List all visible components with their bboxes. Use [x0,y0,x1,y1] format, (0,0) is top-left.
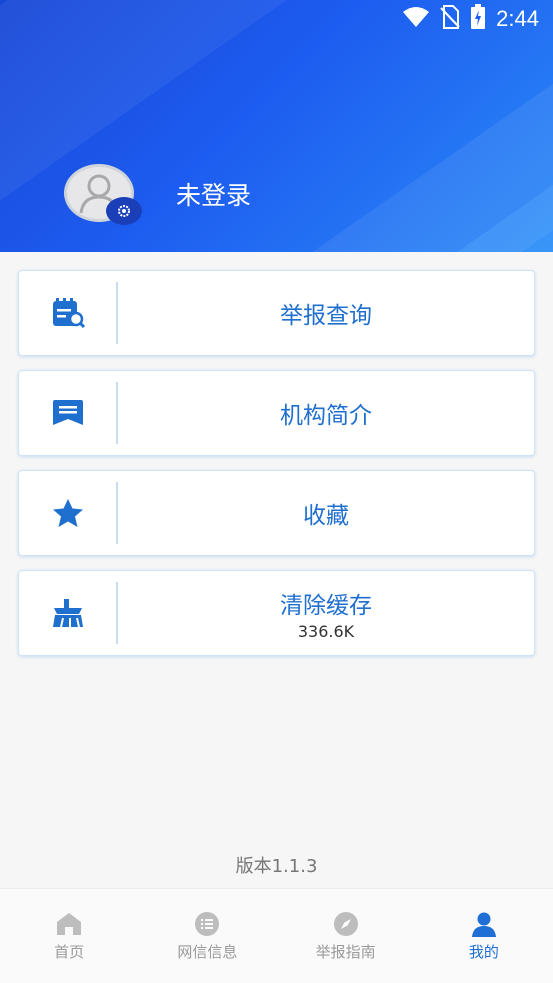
message-icon [52,400,83,425]
status-bar: 2:44 [0,0,553,38]
report-search-icon [52,298,85,328]
home-icon [57,912,82,935]
star-icon [52,499,83,527]
menu-list: 举报查询 机构简介 收藏 清除缓存 336.6K [18,270,535,670]
favorites-item[interactable]: 收藏 [18,470,535,556]
wifi-icon [402,6,430,32]
list-icon [195,911,220,936]
clear-cache-label: 清除缓存 [280,592,372,619]
nav-home-label: 首页 [54,942,85,961]
bottom-nav: 首页 网信信息 举报指南 我的 [0,888,553,983]
nav-info[interactable]: 网信信息 [138,889,276,983]
nav-info-label: 网信信息 [177,942,238,961]
institution-intro-item[interactable]: 机构简介 [18,370,535,456]
avatar-block[interactable] [64,164,144,228]
nav-guide[interactable]: 举报指南 [277,889,415,983]
compass-icon [333,911,358,936]
broom-icon [52,599,83,628]
clock-text: 2:44 [496,6,539,31]
nav-mine-label: 我的 [468,942,499,961]
login-status-label[interactable]: 未登录 [176,176,251,212]
profile-header: 2:44 未登录 [0,0,553,252]
report-query-item[interactable]: 举报查询 [18,270,535,356]
person-icon [471,912,496,937]
nav-mine[interactable]: 我的 [415,889,553,983]
cache-size-text: 336.6K [297,621,355,641]
report-query-label: 举报查询 [280,303,372,329]
no-sim-icon [440,5,460,33]
favorites-label: 收藏 [303,503,349,529]
settings-gear-icon[interactable] [106,197,142,225]
clear-cache-item[interactable]: 清除缓存 336.6K [18,570,535,656]
nav-home[interactable]: 首页 [0,889,138,983]
battery-icon [470,4,486,34]
institution-intro-label: 机构简介 [280,403,372,429]
version-text: 版本1.1.3 [235,856,318,877]
nav-guide-label: 举报指南 [315,942,376,961]
